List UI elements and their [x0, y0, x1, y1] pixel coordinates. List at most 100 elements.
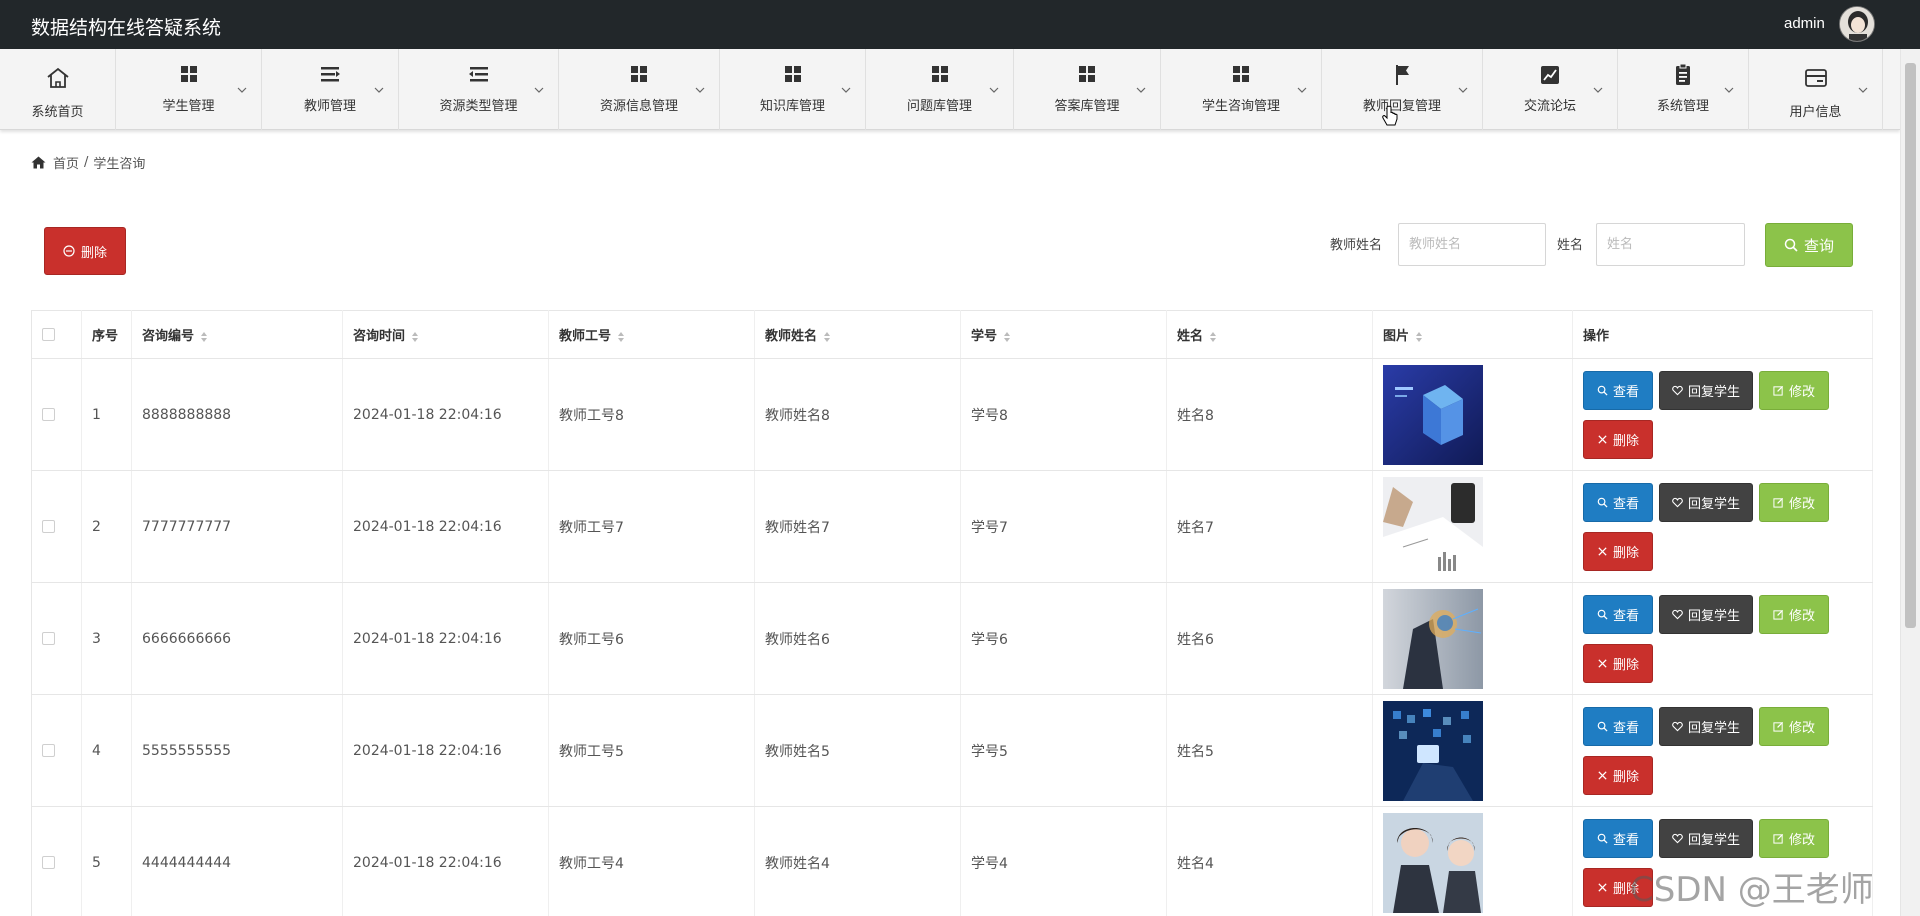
- teacher-name-input[interactable]: [1398, 223, 1546, 266]
- cell-time: 2024-01-18 22:04:16: [342, 806, 549, 916]
- batch-delete-button[interactable]: 删除: [44, 227, 126, 275]
- consult-thumbnail[interactable]: [1383, 700, 1483, 801]
- avatar[interactable]: [1839, 6, 1875, 42]
- chevron-down-icon: [237, 87, 247, 93]
- sort-icon: [824, 331, 831, 342]
- nav-item-home[interactable]: 系统首页: [0, 49, 116, 130]
- nav-item-answer-management[interactable]: 答案库管理: [1014, 49, 1161, 130]
- reply-student-button[interactable]: 回复学生: [1659, 482, 1753, 522]
- edit-button[interactable]: 修改: [1759, 706, 1829, 746]
- search-icon: [1784, 238, 1798, 252]
- view-button[interactable]: 查看: [1583, 370, 1653, 410]
- user-name[interactable]: admin: [1784, 15, 1825, 32]
- nav-item-resource-info-management[interactable]: 资源信息管理: [559, 49, 720, 130]
- chevron-down-icon: [1136, 87, 1146, 93]
- batch-delete-label: 删除: [80, 245, 107, 261]
- nav-item-system-management[interactable]: 系统管理: [1618, 49, 1749, 130]
- cell-consult-no: 6666666666: [131, 582, 343, 695]
- chevron-down-icon: [989, 87, 999, 93]
- view-button[interactable]: 查看: [1583, 818, 1653, 858]
- table-header-row: 序号 咨询编号 咨询时间 教师工号 教师姓名 学号 姓名 图片 操作: [31, 310, 1873, 359]
- edit-button[interactable]: 修改: [1759, 370, 1829, 410]
- scrollbar-thumb[interactable]: [1905, 63, 1916, 628]
- view-button[interactable]: 查看: [1583, 594, 1653, 634]
- nav-label: 答案库管理: [1054, 99, 1120, 114]
- query-button[interactable]: 查询: [1765, 223, 1853, 267]
- nav-item-teacher-reply-management[interactable]: 教师回复管理: [1322, 49, 1483, 130]
- cell-student-no: 学号6: [960, 582, 1167, 695]
- cell-consult-no: 5555555555: [131, 694, 343, 807]
- delete-button[interactable]: 删除: [1583, 419, 1653, 459]
- edit-icon: [1773, 833, 1784, 844]
- nav-label: 系统管理: [1656, 99, 1709, 114]
- sort-icon: [618, 331, 625, 342]
- edit-button[interactable]: 修改: [1759, 594, 1829, 634]
- column-header-sortable[interactable]: 图片: [1372, 310, 1573, 359]
- chart-icon: [1541, 66, 1559, 84]
- column-header-sortable[interactable]: 咨询编号: [131, 310, 343, 359]
- close-icon: [1598, 882, 1607, 892]
- column-header-sortable[interactable]: 姓名: [1166, 310, 1373, 359]
- cell-name: 姓名6: [1166, 582, 1373, 695]
- nav-item-student-management[interactable]: 学生管理: [116, 49, 262, 130]
- view-button[interactable]: 查看: [1583, 482, 1653, 522]
- delete-button[interactable]: 删除: [1583, 643, 1653, 683]
- edit-icon: [1773, 721, 1784, 732]
- nav-item-forum[interactable]: 交流论坛: [1483, 49, 1618, 130]
- consult-thumbnail[interactable]: [1383, 812, 1483, 913]
- row-checkbox[interactable]: [42, 744, 55, 757]
- column-header-sortable[interactable]: 教师工号: [548, 310, 755, 359]
- nav-item-student-consult-management[interactable]: 学生咨询管理: [1161, 49, 1322, 130]
- column-header-sortable[interactable]: 教师姓名: [754, 310, 961, 359]
- nav-label: 学生咨询管理: [1201, 99, 1280, 114]
- delete-button[interactable]: 删除: [1583, 755, 1653, 795]
- close-icon: [1598, 658, 1607, 668]
- cell-image: [1372, 582, 1573, 695]
- reply-student-button[interactable]: 回复学生: [1659, 706, 1753, 746]
- cell-actions: 查看 回复学生 修改 删除: [1572, 582, 1873, 695]
- cell-actions: 查看 回复学生 修改 删除: [1572, 806, 1873, 916]
- reply-student-button[interactable]: 回复学生: [1659, 594, 1753, 634]
- select-all-checkbox[interactable]: [42, 328, 55, 341]
- delete-button[interactable]: 删除: [1583, 531, 1653, 571]
- column-header-sortable[interactable]: 学号: [960, 310, 1167, 359]
- cell-image: [1372, 358, 1573, 471]
- row-checkbox[interactable]: [42, 408, 55, 421]
- row-checkbox[interactable]: [42, 632, 55, 645]
- view-button[interactable]: 查看: [1583, 706, 1653, 746]
- cell-name: 姓名4: [1166, 806, 1373, 916]
- consult-thumbnail[interactable]: [1383, 476, 1483, 577]
- nav-item-question-management[interactable]: 问题库管理: [866, 49, 1014, 130]
- delete-button[interactable]: 删除: [1583, 867, 1653, 907]
- row-checkbox[interactable]: [42, 856, 55, 869]
- consult-thumbnail[interactable]: [1383, 364, 1483, 465]
- search-icon: [1597, 385, 1608, 396]
- nav-item-user-info[interactable]: 用户信息: [1749, 49, 1883, 130]
- edit-icon: [1773, 497, 1784, 508]
- chevron-down-icon: [1458, 87, 1468, 93]
- reply-student-button[interactable]: 回复学生: [1659, 370, 1753, 410]
- cell-teacher-no: 教师工号4: [548, 806, 755, 916]
- row-checkbox[interactable]: [42, 520, 55, 533]
- chevron-down-icon: [841, 87, 851, 93]
- vertical-scrollbar[interactable]: [1900, 49, 1920, 916]
- column-header-sortable[interactable]: 咨询时间: [342, 310, 549, 359]
- cell-index: 5: [81, 806, 132, 916]
- edit-button[interactable]: 修改: [1759, 818, 1829, 858]
- cell-teacher-name: 教师姓名8: [754, 358, 961, 471]
- consult-thumbnail[interactable]: [1383, 588, 1483, 689]
- nav-item-teacher-management[interactable]: 教师管理: [262, 49, 399, 130]
- cell-name: 姓名5: [1166, 694, 1373, 807]
- search-icon: [1597, 833, 1608, 844]
- chevron-down-icon: [1858, 87, 1868, 93]
- reply-student-button[interactable]: 回复学生: [1659, 818, 1753, 858]
- header-select-all[interactable]: [31, 310, 82, 359]
- table-row: 1 8888888888 2024-01-18 22:04:16 教师工号8 教…: [31, 358, 1873, 471]
- cell-teacher-no: 教师工号6: [548, 582, 755, 695]
- nav-item-resource-type-management[interactable]: 资源类型管理: [399, 49, 559, 130]
- nav-item-knowledge-management[interactable]: 知识库管理: [720, 49, 866, 130]
- search-icon: [1597, 609, 1608, 620]
- name-input[interactable]: [1596, 223, 1745, 266]
- breadcrumb-home[interactable]: 首页: [53, 153, 79, 172]
- edit-button[interactable]: 修改: [1759, 482, 1829, 522]
